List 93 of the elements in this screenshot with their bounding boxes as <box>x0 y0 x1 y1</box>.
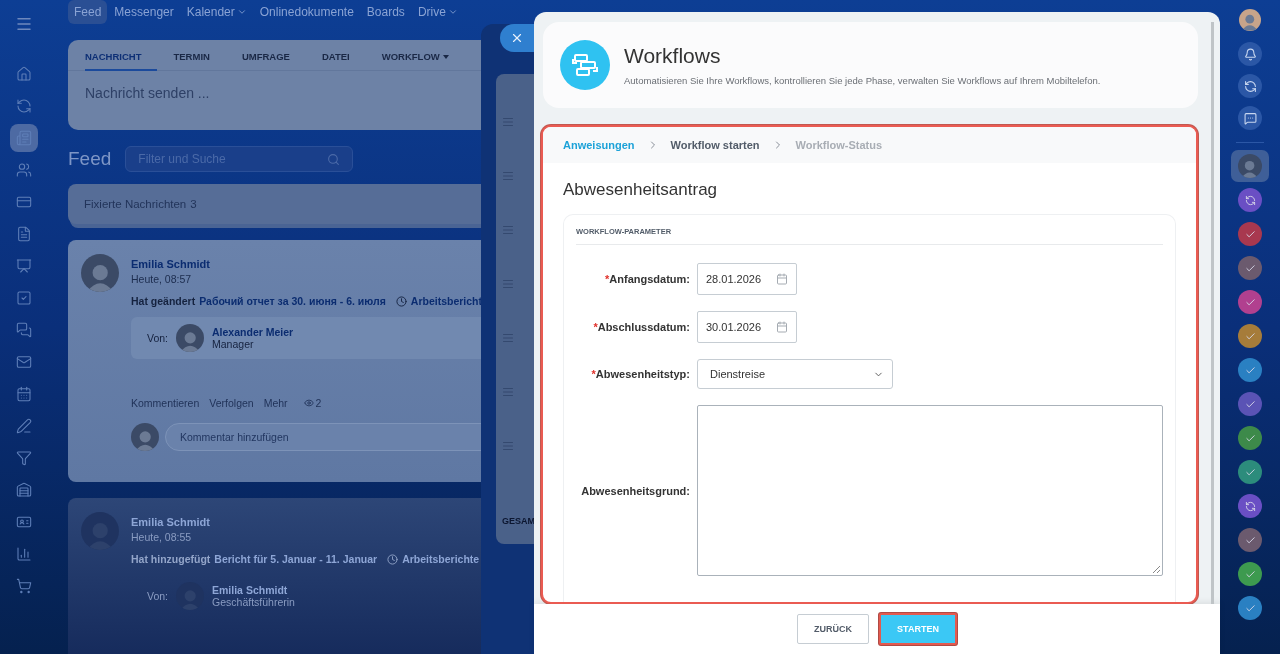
nav-tab[interactable]: Drive <box>411 0 464 24</box>
pinned-label: Fixierte Nachrichten <box>84 198 187 210</box>
chat-icon[interactable] <box>1238 106 1262 130</box>
from-label: Von: <box>147 332 169 344</box>
nav-tab[interactable]: Onlinedokumente <box>253 0 360 24</box>
sender-role: Manager <box>212 338 255 350</box>
post-action: Hat hinzugefügt <box>131 553 211 565</box>
task-chat-icon[interactable] <box>1238 460 1262 484</box>
drag-handle-icon[interactable] <box>502 386 514 398</box>
caret-icon[interactable] <box>447 7 458 17</box>
calendar-icon[interactable] <box>776 273 788 285</box>
breadcrumb-step[interactable]: Anweisungen <box>563 139 635 151</box>
panel-subtitle: Automatisieren Sie Ihre Workflows, kontrollieren Sie jede Phase, verwalten Sie Workflows auf Ihrem Mobiltelefon. <box>624 75 1101 86</box>
breadcrumb-step: Workflow starten <box>670 139 760 151</box>
search-icon[interactable] <box>327 152 341 166</box>
author-link[interactable]: Emilia Schmidt <box>131 258 481 270</box>
drag-handle-icon[interactable] <box>502 170 514 182</box>
sender-role: Geschäftsführerin <box>212 596 295 608</box>
category-link[interactable]: Arbeitsbericht <box>410 295 481 307</box>
avatar <box>131 423 159 451</box>
clock-icon <box>395 295 407 307</box>
composer-tab[interactable]: NACHRICHT <box>85 44 158 71</box>
drag-handle-icon[interactable] <box>502 440 514 452</box>
task-chat-icon[interactable] <box>1238 392 1262 416</box>
drag-handle-icon[interactable] <box>502 332 514 344</box>
textarea-field[interactable] <box>697 405 1163 576</box>
task-chat-icon[interactable] <box>1238 426 1262 450</box>
form-title: Abwesenheitsantrag <box>562 179 719 200</box>
from-label: Von: <box>147 590 169 602</box>
field-label: *Abschlussdatum: <box>592 321 690 333</box>
chat-avatar[interactable] <box>1231 150 1269 182</box>
back-button[interactable]: ZURÜCK <box>797 614 870 644</box>
drag-handle-icon[interactable] <box>502 278 514 290</box>
avatar <box>176 324 205 352</box>
nav-tab[interactable]: Messenger <box>108 0 180 24</box>
post-time: Heute, 08:55 <box>131 531 193 543</box>
composer-tab[interactable]: WORKFLOW <box>381 44 465 71</box>
task-chat-icon[interactable] <box>1238 290 1262 314</box>
post-action: Hat geändert <box>131 295 196 307</box>
post-action-link[interactable]: Verfolgen <box>209 397 254 409</box>
eye-icon <box>303 398 314 408</box>
task-chat-icon[interactable] <box>1238 528 1262 552</box>
pinned-count: 3 <box>190 198 197 210</box>
drag-handle-icon[interactable] <box>502 224 514 236</box>
category-link[interactable]: Arbeitsberichte <box>402 553 480 565</box>
view-count: 2 <box>315 397 322 409</box>
bell-icon[interactable] <box>1238 42 1262 66</box>
sender-name[interactable]: Emilia Schmidt <box>212 584 295 596</box>
field-label: Abwesenheitsgrund: <box>580 484 690 497</box>
nav-tab[interactable]: Boards <box>360 0 411 24</box>
scrollbar[interactable] <box>1211 22 1214 604</box>
newspaper-icon[interactable] <box>10 124 38 152</box>
workflow-logo-icon <box>560 40 610 90</box>
resize-grip-icon[interactable] <box>1153 566 1160 573</box>
select-field[interactable]: Dienstreise <box>697 359 893 389</box>
nav-tab[interactable]: Kalender <box>180 0 253 24</box>
nav-tab[interactable]: Feed <box>68 0 108 24</box>
task-chat-icon[interactable] <box>1238 222 1262 246</box>
report-link[interactable]: Bericht für 5. Januar - 11. Januar <box>214 553 378 565</box>
task-chat-icon[interactable] <box>1238 358 1262 382</box>
caret-icon[interactable] <box>442 54 449 59</box>
post-action-link[interactable]: Mehr <box>263 397 288 409</box>
date-field[interactable]: 28.01.2026 <box>697 263 797 295</box>
message-field[interactable]: Nachricht senden ... <box>68 71 481 115</box>
post-action-link[interactable]: Kommentieren <box>131 397 200 409</box>
user-avatar[interactable] <box>1239 9 1261 31</box>
caret-icon[interactable] <box>236 7 247 17</box>
clock-icon <box>387 553 399 565</box>
panel-title: Workflows <box>624 44 722 68</box>
task-chat-icon[interactable] <box>1238 562 1262 586</box>
close-button[interactable] <box>500 24 534 52</box>
author-link[interactable]: Emilia Schmidt <box>131 516 481 528</box>
calendar-icon[interactable] <box>776 321 788 333</box>
date-field[interactable]: 30.01.2026 <box>697 311 797 343</box>
post-time: Heute, 08:57 <box>131 273 193 285</box>
task-chat-icon[interactable] <box>1238 324 1262 348</box>
feed-title: Feed <box>68 148 112 170</box>
field-label: *Abwesenheitstyp: <box>590 368 690 380</box>
drag-handle-icon[interactable] <box>502 116 514 128</box>
composer-tab[interactable]: UMFRAGE <box>241 44 306 71</box>
sender-name[interactable]: Alexander Meier <box>212 326 294 338</box>
composer-tab[interactable]: TERMIN <box>173 44 226 71</box>
task-chat-icon[interactable] <box>1238 256 1262 280</box>
breadcrumb-step: Workflow-Status <box>795 139 883 151</box>
composer-tab[interactable]: DATEI <box>321 44 366 71</box>
total-label: GESAM <box>502 516 534 528</box>
report-link[interactable]: Рабочий отчет за 30. июня - 6. июля <box>199 295 386 307</box>
close-icon[interactable] <box>510 31 524 45</box>
avatar <box>81 254 119 292</box>
field-label: *Anfangsdatum: <box>604 273 690 285</box>
comment-field[interactable]: Kommentar hinzufügen <box>165 423 481 451</box>
start-button[interactable]: STARTEN <box>879 613 957 645</box>
task-chat-icon[interactable] <box>1238 596 1262 620</box>
